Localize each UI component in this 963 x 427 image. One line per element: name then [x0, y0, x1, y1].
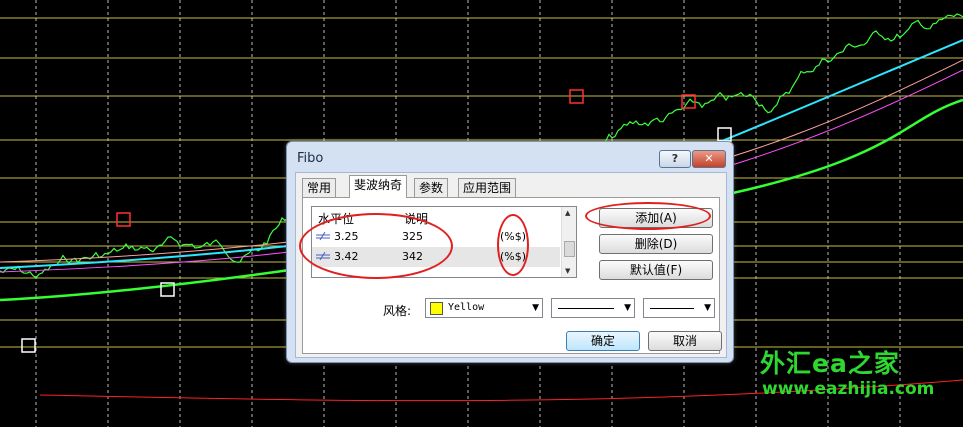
line-style-preview [558, 308, 614, 309]
level-line-icon [316, 232, 330, 241]
scroll-up-icon[interactable]: ▲ [565, 209, 570, 217]
level-format: (%$) [500, 250, 527, 263]
line-width-preview [650, 308, 694, 309]
chevron-down-icon: ▼ [624, 303, 631, 313]
line-style-select[interactable]: ▼ [551, 298, 635, 318]
help-button[interactable]: ? [659, 150, 691, 168]
cancel-button[interactable]: 取消 [648, 331, 722, 351]
color-name: Yellow [448, 302, 485, 313]
color-select[interactable]: Yellow ▼ [425, 298, 543, 318]
color-swatch [430, 302, 443, 315]
tab-fibonacci[interactable]: 斐波纳奇 [349, 175, 408, 198]
line-width-select[interactable]: ▼ [643, 298, 715, 318]
levels-scrollbar[interactable]: ▲ ▼ [561, 207, 576, 277]
column-level-header: 水平位 [318, 212, 355, 226]
scroll-down-icon[interactable]: ▼ [565, 267, 570, 275]
close-button[interactable]: ✕ [692, 150, 726, 168]
ok-button[interactable]: 确定 [566, 331, 640, 351]
dialog-body: 常用 斐波纳奇 参数 应用范围 水平位 说明 3.25 325 (%$) 3.4… [295, 172, 727, 358]
column-description-header: 说明 [404, 212, 429, 226]
level-format: (%$) [500, 230, 527, 243]
tab-parameters[interactable]: 参数 [414, 178, 449, 197]
watermark-url: www.eazhijia.com [762, 379, 935, 399]
level-description: 325 [402, 230, 423, 243]
default-levels-button[interactable]: 默认值(F) [599, 260, 713, 280]
level-description: 342 [402, 250, 423, 263]
level-line-icon [316, 252, 330, 261]
level-row[interactable]: 3.42 342 (%$) [312, 247, 560, 267]
add-level-button[interactable]: 添加(A) [599, 208, 713, 228]
levels-list[interactable]: 水平位 说明 3.25 325 (%$) 3.42 342 (%$) ▲ ▼ [311, 206, 577, 278]
level-value: 3.25 [334, 230, 359, 243]
level-value: 3.42 [334, 250, 359, 263]
watermark-title: 外汇ea之家 [760, 349, 900, 378]
tab-visualization[interactable]: 应用范围 [458, 178, 517, 197]
signal-marker [116, 212, 131, 227]
dialog-title: Fibo [297, 151, 324, 166]
scroll-thumb[interactable] [564, 241, 575, 257]
fibo-dialog: Fibo ? ✕ 常用 斐波纳奇 参数 应用范围 水平位 说明 3.25 325… [286, 141, 734, 363]
style-label: 风格: [383, 304, 412, 318]
chevron-down-icon: ▼ [704, 303, 711, 313]
level-row[interactable]: 3.25 325 (%$) [312, 227, 560, 247]
tab-common[interactable]: 常用 [302, 178, 337, 197]
delete-level-button[interactable]: 删除(D) [599, 234, 713, 254]
signal-marker [21, 338, 36, 353]
chevron-down-icon: ▼ [532, 303, 539, 313]
